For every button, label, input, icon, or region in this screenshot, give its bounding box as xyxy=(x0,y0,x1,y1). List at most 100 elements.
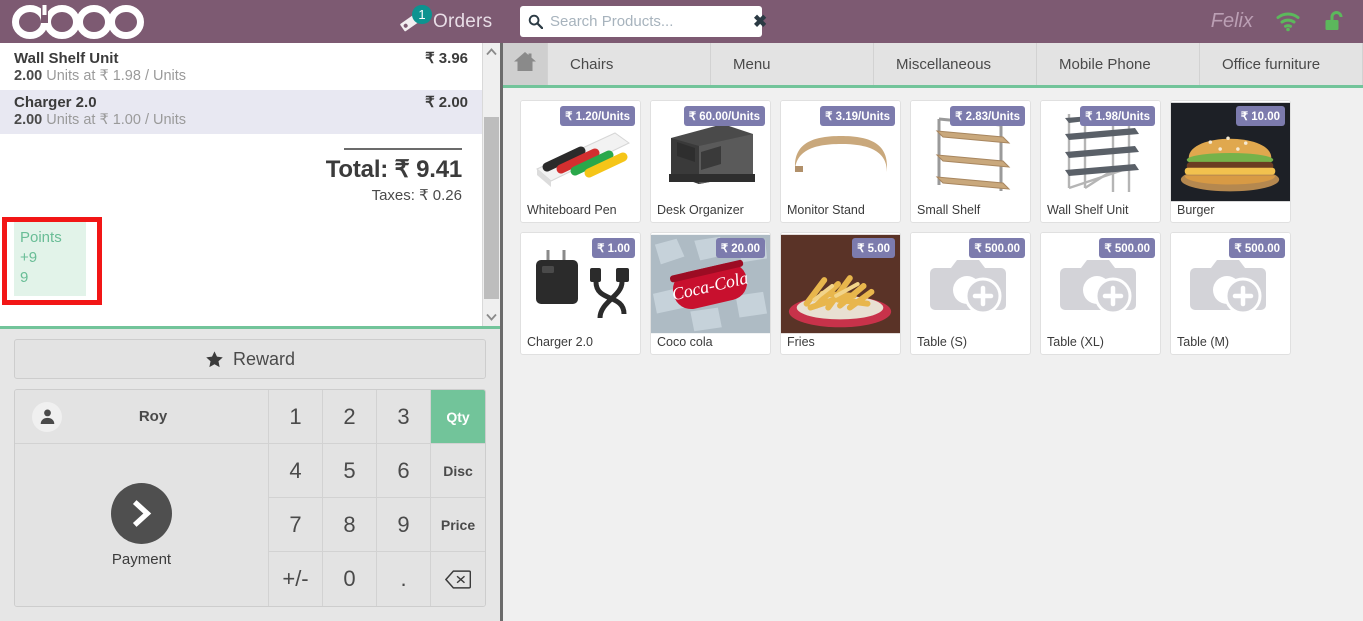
search-box[interactable]: ✖ xyxy=(520,6,767,37)
numpad-key-plusminus[interactable]: +/- xyxy=(269,552,323,606)
product-card[interactable]: ₹ 5.00 Fries xyxy=(780,232,901,355)
chevron-right-icon xyxy=(111,482,172,544)
header-status-area: Felix xyxy=(1211,0,1349,43)
numpad-key-0[interactable]: 0 xyxy=(323,552,377,606)
payment-label: Payment xyxy=(111,550,172,568)
order-line-qty: 2.00 xyxy=(14,68,43,84)
product-price-badge: ₹ 3.19/Units xyxy=(820,106,895,126)
top-header: 1 Orders ✖ Felix xyxy=(0,0,1363,43)
wifi-icon[interactable] xyxy=(1275,10,1301,34)
points-balance: 9 xyxy=(20,269,29,286)
numpad-key-7[interactable]: 7 xyxy=(269,498,323,552)
summary-divider xyxy=(344,148,462,150)
numpad-key-3[interactable]: 3 xyxy=(377,390,431,444)
reward-label: Reward xyxy=(232,348,296,369)
category-tab-menu[interactable]: Menu xyxy=(711,43,874,85)
product-name: Desk Organizer xyxy=(657,203,744,217)
numpad-key-9[interactable]: 9 xyxy=(377,498,431,552)
product-name: Small Shelf xyxy=(917,203,981,217)
product-card[interactable]: ₹ 20.00 Coca-Cola Coco cola xyxy=(650,232,771,355)
scrollbar-track[interactable] xyxy=(484,61,499,308)
category-tab-mobile-phone[interactable]: Mobile Phone xyxy=(1037,43,1200,85)
numpad-key-2[interactable]: 2 xyxy=(323,390,377,444)
ticket-icon: 1 xyxy=(398,4,432,35)
order-line-selected[interactable]: Charger 2.0 ₹ 2.00 2.00 Units at ₹ 1.00 … xyxy=(0,90,482,134)
order-line-unitprice: Units at ₹ 1.00 / Units xyxy=(46,112,187,128)
product-name: Burger xyxy=(1177,203,1215,217)
numpad-key-6[interactable]: 6 xyxy=(377,444,431,498)
scrollbar-thumb[interactable] xyxy=(484,117,499,299)
payment-button[interactable]: Payment xyxy=(15,444,269,606)
product-card[interactable]: ₹ 3.19/Units Monitor Stand xyxy=(780,100,901,223)
customer-avatar-icon xyxy=(32,401,62,432)
numpad-key-5[interactable]: 5 xyxy=(323,444,377,498)
product-name: Table (S) xyxy=(917,335,968,349)
numpad-key-1[interactable]: 1 xyxy=(269,390,323,444)
category-tab-chairs[interactable]: Chairs xyxy=(548,43,711,85)
numpad-mode-price[interactable]: Price xyxy=(431,498,485,552)
numpad-key-decimal[interactable]: . xyxy=(377,552,431,606)
product-name: Wall Shelf Unit xyxy=(1047,203,1129,217)
numpad-area: Roy 1 2 3 Qty Payment 4 5 6 Disc 7 8 9 P… xyxy=(0,379,500,621)
customer-button[interactable]: Roy xyxy=(15,390,269,444)
star-icon xyxy=(205,350,224,369)
product-price-badge: ₹ 1.20/Units xyxy=(560,106,635,126)
order-taxes: Taxes: ₹ 0.26 xyxy=(371,187,462,204)
points-delta: +9 xyxy=(20,249,38,266)
odoo-logo[interactable] xyxy=(12,0,147,43)
category-tab-miscellaneous[interactable]: Miscellaneous xyxy=(874,43,1037,85)
order-line-price: ₹ 3.96 xyxy=(425,50,468,67)
unlock-icon[interactable] xyxy=(1323,10,1349,34)
product-name: Fries xyxy=(787,335,815,349)
pos-app: 1 Orders ✖ Felix xyxy=(0,0,1363,621)
username-label: Felix xyxy=(1210,10,1253,32)
orders-button[interactable]: 1 Orders xyxy=(398,0,492,43)
product-price-badge: ₹ 60.00/Units xyxy=(683,106,765,126)
orderlines-scrollbar[interactable] xyxy=(482,43,500,326)
numpad-key-8[interactable]: 8 xyxy=(323,498,377,552)
product-card[interactable]: ₹ 500.00 Table (M) xyxy=(1170,232,1291,355)
category-tab-home[interactable] xyxy=(503,43,548,85)
product-price-badge: ₹ 500.00 xyxy=(1229,238,1285,258)
product-price-badge: ₹ 20.00 xyxy=(715,238,765,258)
product-card[interactable]: ₹ 1.98/Units Wall Shelf Unit xyxy=(1040,100,1161,223)
product-card[interactable]: ₹ 60.00/Units Desk Organizer xyxy=(650,100,771,223)
product-name: Monitor Stand xyxy=(787,203,865,217)
scroll-up-icon[interactable] xyxy=(483,43,500,61)
reward-button[interactable]: Reward xyxy=(14,339,486,379)
numpad-backspace-icon[interactable] xyxy=(431,552,485,606)
product-price-badge: ₹ 1.98/Units xyxy=(1080,106,1155,126)
product-card[interactable]: ₹ 10.00 Burger xyxy=(1170,100,1291,223)
orderlines-container: 1.00 Units at ₹ 3.19 / Units Wall Shelf … xyxy=(0,43,500,326)
loyalty-points-area: Points +9 9 xyxy=(0,217,482,305)
product-price-badge: ₹ 500.00 xyxy=(1099,238,1155,258)
product-name: Table (XL) xyxy=(1047,335,1104,349)
loyalty-points-box[interactable]: Points +9 9 xyxy=(14,222,86,296)
clear-search-icon[interactable]: ✖ xyxy=(749,12,767,32)
order-panel: 1.00 Units at ₹ 3.19 / Units Wall Shelf … xyxy=(0,43,500,621)
product-card[interactable]: ₹ 1.20/Units Whiteboard Pen xyxy=(520,100,641,223)
product-panel: Chairs Menu Miscellaneous Mobile Phone O… xyxy=(500,43,1363,621)
search-input[interactable] xyxy=(550,13,749,30)
order-line-detail: 2.00 Units at ₹ 1.00 / Units xyxy=(14,112,468,128)
product-price-badge: ₹ 10.00 xyxy=(1235,106,1285,126)
orders-badge: 1 xyxy=(412,4,432,24)
order-line-detail: 2.00 Units at ₹ 1.98 / Units xyxy=(14,68,468,84)
main-body: 1.00 Units at ₹ 3.19 / Units Wall Shelf … xyxy=(0,43,1363,621)
numpad-mode-qty[interactable]: Qty xyxy=(431,390,485,444)
product-card[interactable]: ₹ 1.00 Charger 2.0 xyxy=(520,232,641,355)
product-card[interactable]: ₹ 2.83/Units Small Shelf xyxy=(910,100,1031,223)
product-card[interactable]: ₹ 500.00 Table (XL) xyxy=(1040,232,1161,355)
product-price-badge: ₹ 1.00 xyxy=(592,238,635,258)
product-price-badge: ₹ 5.00 xyxy=(852,238,895,258)
order-line-name: Wall Shelf Unit xyxy=(14,50,119,67)
numpad-key-4[interactable]: 4 xyxy=(269,444,323,498)
points-title: Points xyxy=(20,229,62,246)
product-grid: ₹ 1.20/Units Whiteboard Pen ₹ 60.00/Unit… xyxy=(503,88,1363,621)
product-card[interactable]: ₹ 500.00 Table (S) xyxy=(910,232,1031,355)
order-line[interactable]: Wall Shelf Unit ₹ 3.96 2.00 Units at ₹ 1… xyxy=(0,46,482,90)
category-tab-office-furniture[interactable]: Office furniture xyxy=(1200,43,1363,85)
scroll-down-icon[interactable] xyxy=(483,308,500,326)
customer-name: Roy xyxy=(138,408,168,425)
numpad-mode-disc[interactable]: Disc xyxy=(431,444,485,498)
